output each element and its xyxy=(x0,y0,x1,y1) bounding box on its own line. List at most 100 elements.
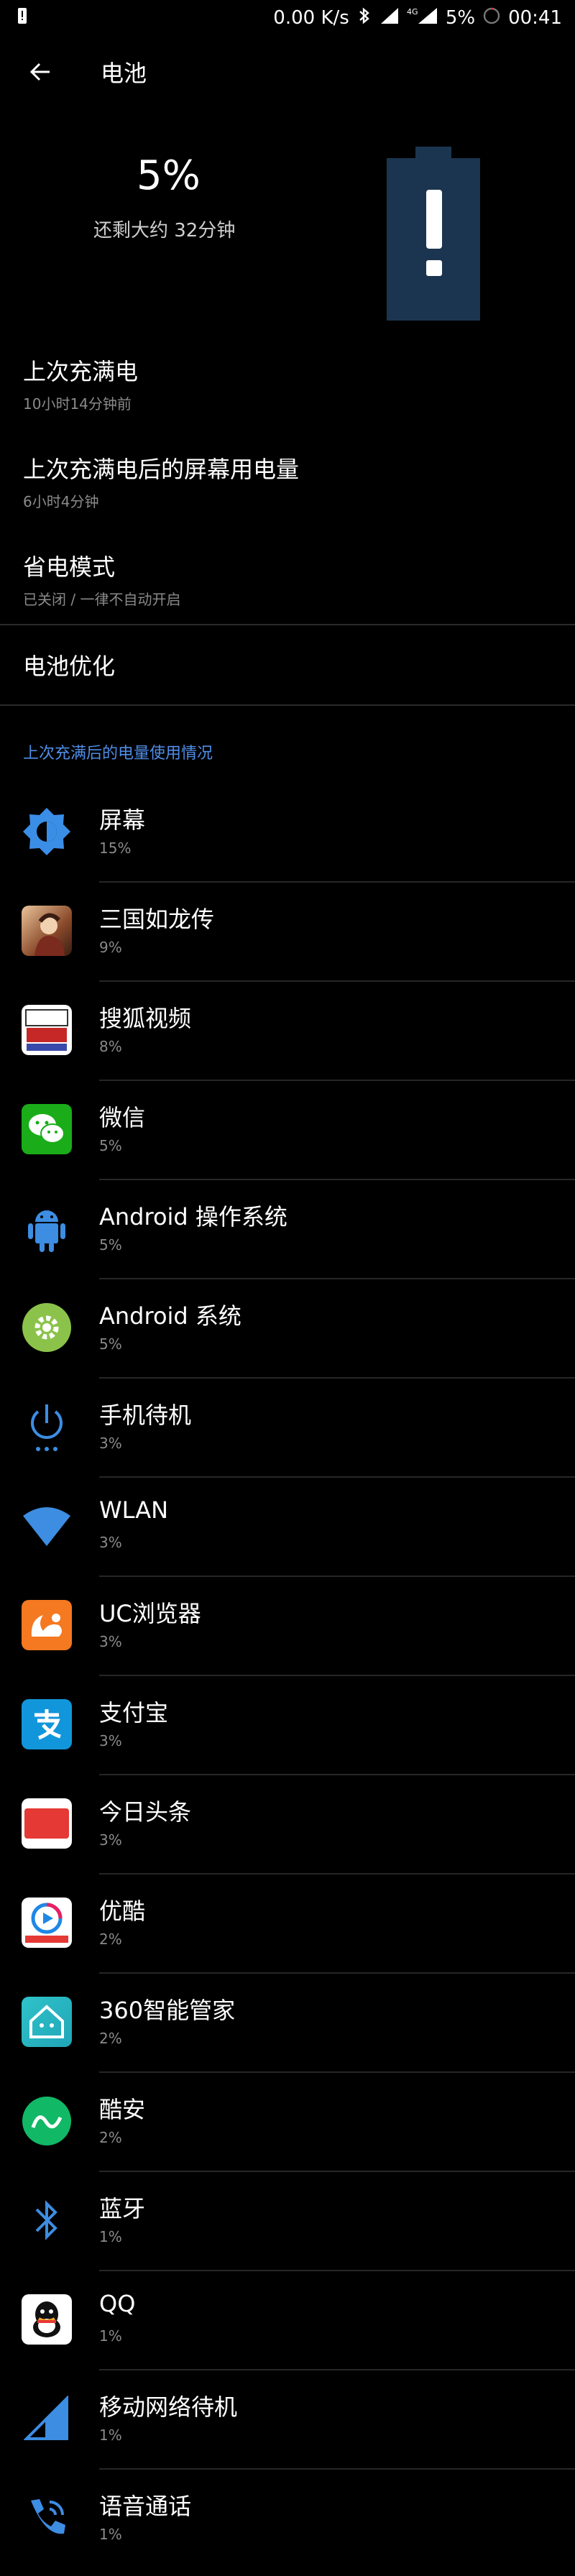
divider xyxy=(0,624,575,625)
list-item[interactable]: WLAN 3% xyxy=(0,1478,575,1577)
app-name: 语音通话 xyxy=(99,2493,192,2520)
battery-percent-large: 5% xyxy=(137,152,201,199)
usage-percent: 5% xyxy=(99,1236,122,1254)
clock: 00:41 xyxy=(508,7,562,29)
pref-subtitle: 10小时14分钟前 xyxy=(23,395,132,413)
sohu-video-app-icon xyxy=(22,1005,72,1055)
list-item[interactable]: 屏幕 15% xyxy=(0,783,575,883)
app-name: QQ xyxy=(99,2290,136,2317)
phone-call-icon xyxy=(22,2493,72,2543)
list-item[interactable]: 支付宝 3% xyxy=(0,1676,575,1775)
pref-subtitle: 已关闭 / 一律不自动开启 xyxy=(23,591,181,608)
list-item[interactable]: QQ 1% xyxy=(0,2271,575,2370)
app-name: 微信 xyxy=(99,1104,146,1131)
app-name: 优酷 xyxy=(99,1898,146,1925)
android-robot-icon xyxy=(22,1203,72,1254)
usage-percent: 1% xyxy=(99,2327,122,2345)
toutiao-app-icon xyxy=(22,1798,72,1849)
screen-usage-since-charge-item[interactable]: 上次充满电后的屏幕用电量 6小时4分钟 xyxy=(23,451,575,511)
app-name: 今日头条 xyxy=(99,1798,192,1826)
list-item[interactable]: 三国如龙传 9% xyxy=(0,883,575,982)
app-name: 手机待机 xyxy=(99,1402,192,1429)
battery-summary: 5% 还剩大约 32分钟 xyxy=(0,108,575,323)
list-item[interactable]: 酷安 2% xyxy=(0,2073,575,2172)
last-full-charge-item[interactable]: 上次充满电 10小时14分钟前 xyxy=(23,354,575,413)
usage-percent: 2% xyxy=(99,2129,122,2146)
list-item[interactable]: 搜狐视频 8% xyxy=(0,982,575,1081)
signal-strength-icon xyxy=(380,6,400,30)
bluetooth-icon xyxy=(22,2195,72,2245)
app-name: Android 操作系统 xyxy=(99,1203,288,1230)
network-speed: 0.00 K/s xyxy=(273,7,349,29)
360-home-app-icon xyxy=(22,1997,72,2047)
qq-app-icon xyxy=(22,2294,72,2345)
list-item[interactable]: 手机待机 3% xyxy=(0,1379,575,1478)
usage-percent: 5% xyxy=(99,1137,122,1154)
app-name: 支付宝 xyxy=(99,1699,169,1726)
list-item[interactable]: 360智能管家 2% xyxy=(0,1974,575,2073)
notification-alert-icon xyxy=(17,7,27,29)
list-item[interactable]: 今日头条 3% xyxy=(0,1775,575,1874)
app-bar: 电池 xyxy=(0,36,575,108)
usage-percent: 3% xyxy=(99,1534,122,1551)
coolapk-app-icon xyxy=(22,2096,72,2146)
time-remaining: 还剩大约 32分钟 xyxy=(93,220,236,242)
youku-app-icon xyxy=(22,1898,72,1948)
wifi-icon xyxy=(22,1501,72,1551)
app-name: 酷安 xyxy=(99,2096,146,2123)
battery-warning-icon xyxy=(387,147,480,321)
list-item[interactable]: 蓝牙 1% xyxy=(0,2172,575,2271)
page-title: 电池 xyxy=(101,60,147,87)
pref-title: 上次充满电 xyxy=(23,358,139,385)
pref-subtitle: 6小时4分钟 xyxy=(23,493,99,510)
battery-percent: 5% xyxy=(445,7,476,29)
list-item[interactable]: UC浏览器 3% xyxy=(0,1577,575,1676)
usage-percent: 9% xyxy=(99,939,122,956)
list-item[interactable]: 移动网络待机 1% xyxy=(0,2370,575,2470)
usage-percent: 8% xyxy=(99,1038,122,1055)
back-arrow-icon xyxy=(29,63,50,81)
android-system-gear-icon xyxy=(22,1302,72,1353)
app-name: 屏幕 xyxy=(99,806,146,834)
usage-percent: 1% xyxy=(99,2228,122,2245)
app-name: 360智能管家 xyxy=(99,1997,236,2024)
mobile-data-icon: 4G xyxy=(407,6,438,30)
pref-title: 上次充满电后的屏幕用电量 xyxy=(23,456,300,483)
battery-optimization-item[interactable]: 电池优化 xyxy=(23,648,575,681)
app-name: UC浏览器 xyxy=(99,1600,201,1627)
usage-percent: 15% xyxy=(99,840,132,857)
usage-percent: 3% xyxy=(99,1435,122,1452)
status-bar: 0.00 K/s 4G 5% 00:41 xyxy=(0,0,575,36)
app-name: 蓝牙 xyxy=(99,2195,146,2222)
back-button[interactable] xyxy=(19,50,62,93)
uc-browser-app-icon xyxy=(22,1600,72,1650)
usage-percent: 2% xyxy=(99,1931,122,1948)
usage-percent: 3% xyxy=(99,1732,122,1749)
alipay-app-icon xyxy=(22,1699,72,1749)
list-item[interactable]: 优酷 2% xyxy=(0,1874,575,1974)
pref-title: 省电模式 xyxy=(23,553,116,581)
wechat-app-icon xyxy=(22,1104,72,1154)
battery-ring-icon xyxy=(482,6,501,30)
cell-signal-icon xyxy=(22,2393,72,2444)
battery-saver-item[interactable]: 省电模式 已关闭 / 一律不自动开启 xyxy=(23,549,575,609)
list-item[interactable]: Android 操作系统 5% xyxy=(0,1180,575,1279)
usage-percent: 3% xyxy=(99,1633,122,1650)
usage-percent: 1% xyxy=(99,2426,122,2444)
app-name: 三国如龙传 xyxy=(99,906,215,933)
svg-text:4G: 4G xyxy=(407,7,418,17)
list-item[interactable]: Android 系统 5% xyxy=(0,1279,575,1379)
list-item[interactable]: 语音通话 1% xyxy=(0,2470,575,2569)
usage-percent: 5% xyxy=(99,1335,122,1353)
list-item[interactable]: 微信 5% xyxy=(0,1081,575,1180)
power-standby-icon xyxy=(22,1402,72,1452)
screen-brightness-icon xyxy=(22,806,72,857)
app-name: Android 系统 xyxy=(99,1302,242,1330)
divider xyxy=(0,704,575,706)
bluetooth-status-icon xyxy=(356,6,372,30)
pref-title: 电池优化 xyxy=(23,653,116,680)
usage-section-title: 上次充满后的电量使用情况 xyxy=(23,745,213,763)
usage-percent: 2% xyxy=(99,2030,122,2047)
app-name: 移动网络待机 xyxy=(99,2393,238,2421)
sanguo-app-icon xyxy=(22,906,72,956)
